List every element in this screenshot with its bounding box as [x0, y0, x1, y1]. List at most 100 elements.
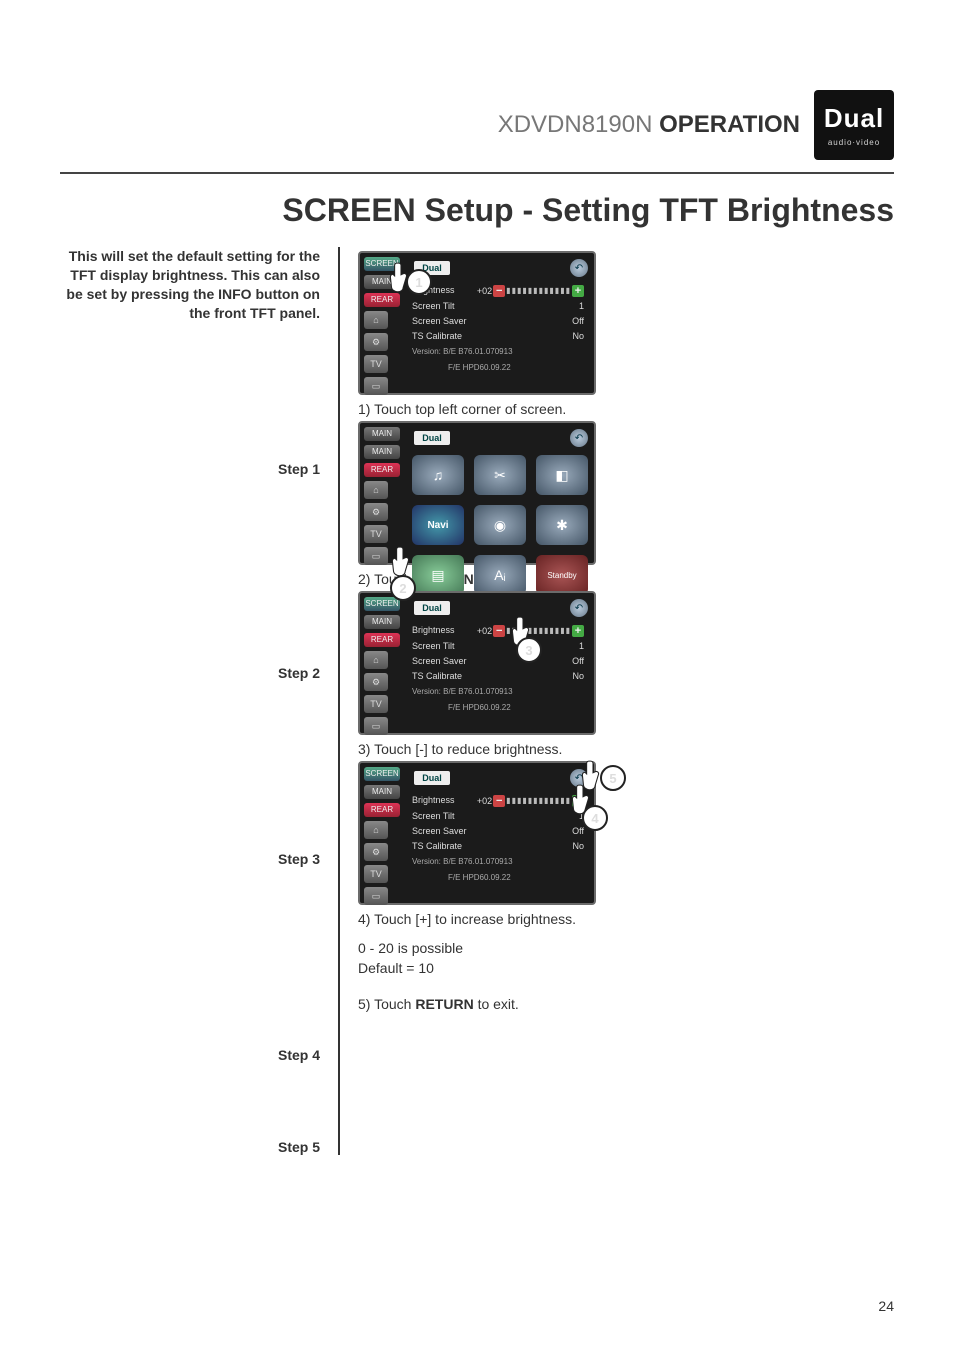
brightness-value: +02	[477, 284, 492, 298]
callout-3: 3	[516, 637, 542, 663]
tilt-label: Screen Tilt	[412, 809, 455, 823]
section-title: SCREEN Setup - Setting TFT Brightness	[60, 192, 894, 229]
return-button[interactable]: ↶	[570, 769, 588, 787]
version-label: Version:	[412, 687, 441, 696]
brightness-bar	[506, 793, 571, 808]
device-brand: Dual	[414, 431, 450, 445]
brightness-label: Brightness	[412, 793, 455, 808]
step-5-label: Step 5	[60, 1139, 320, 1155]
screenshot-4: SCREEN MAIN REAR ⌂ ⚙ TV ▭ Dual ↶ Brightn…	[358, 761, 596, 905]
calibrate-label: TS Calibrate	[412, 669, 462, 683]
tab-rear[interactable]: REAR	[364, 633, 400, 647]
tab-rear[interactable]: REAR	[364, 293, 400, 307]
brightness-value: +02	[477, 624, 492, 638]
screen-icon-button[interactable]: ▤	[412, 555, 464, 595]
tv-icon[interactable]: TV	[364, 695, 388, 713]
gear-icon[interactable]: ⚙	[364, 333, 388, 351]
tab-rear[interactable]: REAR	[364, 803, 400, 817]
intro-text: This will set the default setting for th…	[60, 247, 320, 323]
standby-button[interactable]: Standby	[536, 555, 588, 595]
home-icon[interactable]: ⌂	[364, 821, 388, 839]
brightness-minus-button[interactable]: −	[493, 795, 505, 807]
calibrate-value: No	[572, 669, 584, 683]
sidebar-icons: ⌂ ⚙ TV ▭	[364, 821, 388, 905]
tab-rear[interactable]: REAR	[364, 463, 400, 477]
saver-label: Screen Saver	[412, 654, 467, 668]
saver-value: Off	[572, 654, 584, 668]
tab-screen[interactable]: SCREEN	[364, 257, 400, 271]
home-icon[interactable]: ⌂	[364, 481, 388, 499]
step-4-text: 4) Touch [+] to increase brightness.	[358, 911, 894, 927]
sd-icon[interactable]: ▭	[364, 547, 388, 565]
aux-icon[interactable]: Aᵢ	[474, 555, 526, 595]
brightness-minus-button[interactable]: −	[493, 285, 505, 297]
tools-icon[interactable]: ✂	[474, 455, 526, 495]
step-4-range: 0 - 20 is possible Default = 10	[358, 939, 894, 978]
device-brand: Dual	[414, 601, 450, 615]
sd-icon[interactable]: ▭	[364, 377, 388, 395]
screenshot-1: SCREEN MAIN REAR ⌂ ⚙ TV ▭ Dual ↶ Brightn…	[358, 251, 596, 395]
tab-screen[interactable]: SCREEN	[364, 767, 400, 781]
callout-2: 2	[390, 575, 416, 601]
version-b: F/E HPD60.09.22	[448, 873, 511, 882]
sd-icon[interactable]: ▭	[364, 717, 388, 735]
logo-text: Dual	[824, 103, 884, 134]
screenshot-3: SCREEN MAIN REAR ⌂ ⚙ TV ▭ Dual ↶ Brightn…	[358, 591, 596, 735]
tilt-value: 1	[579, 639, 584, 653]
device-brand: Dual	[414, 771, 450, 785]
tab-screen[interactable]: SCREEN	[364, 597, 400, 611]
saver-value: Off	[572, 824, 584, 838]
return-button[interactable]: ↶	[570, 429, 588, 447]
tab-main-1[interactable]: MAIN	[364, 427, 400, 441]
brand-logo: Dual audio·video	[814, 90, 894, 160]
screenshot-2: MAIN MAIN REAR ⌂ ⚙ TV ▭ Dual ↶ ♫ ✂ ◧ Nav…	[358, 421, 596, 565]
gear-icon[interactable]: ⚙	[364, 843, 388, 861]
home-icon[interactable]: ⌂	[364, 311, 388, 329]
sd-icon[interactable]: ▭	[364, 887, 388, 905]
step-3-label: Step 3	[60, 851, 320, 867]
sidebar-icons: ⌂ ⚙ TV ▭	[364, 311, 388, 395]
brightness-minus-button[interactable]: −	[493, 625, 505, 637]
brightness-plus-button[interactable]: +	[572, 625, 584, 637]
step-1-text: 1) Touch top left corner of screen.	[358, 401, 894, 417]
tilt-label: Screen Tilt	[412, 639, 455, 653]
calibrate-label: TS Calibrate	[412, 329, 462, 343]
tab-main[interactable]: MAIN	[364, 615, 400, 629]
gear-icon[interactable]: ⚙	[364, 503, 388, 521]
tv-icon[interactable]: TV	[364, 865, 388, 883]
return-button[interactable]: ↶	[570, 259, 588, 277]
return-button[interactable]: ↶	[570, 599, 588, 617]
tab-main-2[interactable]: MAIN	[364, 445, 400, 459]
gear-icon[interactable]: ⚙	[364, 673, 388, 691]
header-title: XDVDN8190N OPERATION	[498, 111, 800, 139]
tv-icon[interactable]: TV	[364, 525, 388, 543]
version-b: F/E HPD60.09.22	[448, 703, 511, 712]
tilt-value: 1	[579, 299, 584, 313]
tab-main[interactable]: MAIN	[364, 785, 400, 799]
model-name: XDVDN8190N	[498, 111, 653, 138]
brightness-plus-button[interactable]: +	[572, 795, 584, 807]
navi-button[interactable]: Navi	[412, 505, 464, 545]
callout-5: 5	[600, 765, 626, 791]
step-3-text: 3) Touch [-] to reduce brightness.	[358, 741, 894, 757]
page-number: 24	[878, 1298, 894, 1314]
tab-main[interactable]: MAIN	[364, 275, 400, 289]
tv-icon[interactable]: TV	[364, 355, 388, 373]
bluetooth-icon[interactable]: ✱	[536, 505, 588, 545]
header-operation: OPERATION	[659, 111, 800, 138]
header-rule	[60, 172, 894, 174]
brightness-plus-button[interactable]: +	[572, 285, 584, 297]
src-icon[interactable]: ♫	[412, 455, 464, 495]
version-a: B/E B76.01.070913	[443, 857, 512, 866]
sidebar-icons: ⌂ ⚙ TV ▭	[364, 481, 388, 565]
media-icon[interactable]: ◧	[536, 455, 588, 495]
step-4-label: Step 4	[60, 1047, 320, 1063]
logo-subtext: audio·video	[828, 138, 880, 147]
sidebar-icons: ⌂ ⚙ TV ▭	[364, 651, 388, 735]
calibrate-value: No	[572, 329, 584, 343]
version-a: B/E B76.01.070913	[443, 347, 512, 356]
calibrate-value: No	[572, 839, 584, 853]
home-icon[interactable]: ⌂	[364, 651, 388, 669]
saver-label: Screen Saver	[412, 824, 467, 838]
disc-icon[interactable]: ◉	[474, 505, 526, 545]
